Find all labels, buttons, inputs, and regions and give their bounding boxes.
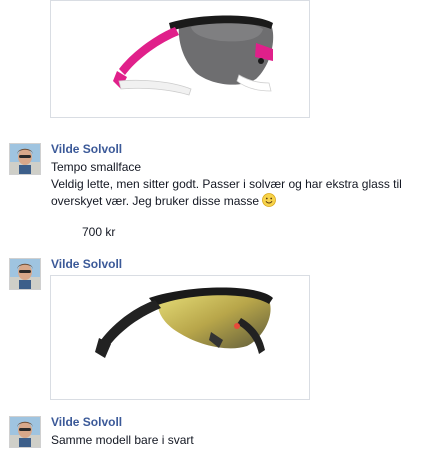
post-line: overskyet vær. Jeg bruker disse masse — [51, 193, 402, 210]
avatar[interactable] — [9, 143, 41, 175]
profile-photo-icon — [10, 144, 40, 174]
smile-emoji-icon — [262, 193, 277, 207]
black-sunglasses-image — [95, 287, 273, 358]
post-line: Tempo smallface — [51, 160, 142, 174]
profile-photo-icon — [10, 417, 40, 447]
avatar[interactable] — [9, 258, 41, 290]
avatar[interactable] — [9, 416, 41, 448]
post-line: Samme modell bare i svart — [51, 433, 194, 447]
author-name-link[interactable]: Vilde Solvoll — [51, 142, 122, 156]
profile-photo-icon — [10, 259, 40, 289]
pink-sunglasses-image — [113, 15, 274, 96]
post-photo-black-sunglasses[interactable] — [50, 275, 310, 400]
author-name-link[interactable]: Vilde Solvoll — [51, 415, 122, 429]
author-name-link[interactable]: Vilde Solvoll — [51, 257, 122, 271]
post-text: Tempo smallface Veldig lette, men sitter… — [51, 159, 402, 210]
price-label: 700 kr — [82, 225, 116, 239]
post-line: Veldig lette, men sitter godt. Passer i … — [51, 177, 402, 191]
post-text: Samme modell bare i svart — [51, 432, 194, 449]
post-photo-pink-sunglasses[interactable] — [50, 0, 310, 118]
